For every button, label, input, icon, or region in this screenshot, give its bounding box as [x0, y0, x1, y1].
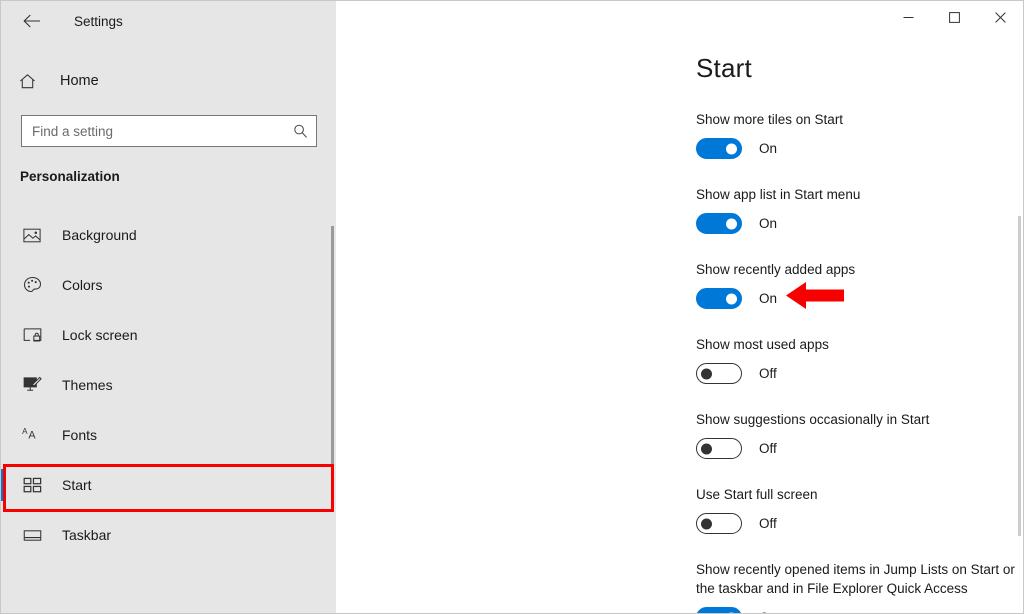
toggle-state-label: Off: [759, 441, 777, 456]
setting-label: Show more tiles on Start: [696, 110, 1023, 129]
sidebar-item-lock-screen-label: Lock screen: [62, 327, 137, 343]
main-content: Start Show more tiles on Start On Show a…: [336, 1, 1023, 613]
page-title: Start: [696, 53, 1023, 84]
sidebar-item-home[interactable]: Home: [1, 63, 336, 99]
setting-label: Show most used apps: [696, 335, 1023, 354]
taskbar-icon: [21, 524, 43, 546]
fonts-icon: A A: [21, 424, 43, 446]
window-titlebar-left: Settings: [1, 1, 336, 41]
toggle-knob: [726, 218, 737, 229]
sidebar-item-colors[interactable]: Colors: [1, 260, 336, 310]
app-title: Settings: [74, 14, 123, 29]
toggle-row: On: [696, 213, 1023, 234]
setting-show-more-tiles: Show more tiles on Start On: [696, 110, 1023, 159]
toggle-row: On: [696, 138, 1023, 159]
sidebar-item-start-label: Start: [62, 477, 92, 493]
themes-icon: [21, 374, 43, 396]
toggle-row: On: [696, 607, 1023, 613]
toggle-switch[interactable]: [696, 438, 742, 459]
toggle-switch[interactable]: [696, 213, 742, 234]
sidebar-item-lock-screen[interactable]: Lock screen: [1, 310, 336, 360]
close-button[interactable]: [977, 1, 1023, 33]
toggle-knob: [701, 368, 712, 379]
toggle-state-label: On: [759, 291, 777, 306]
setting-label: Show recently added apps: [696, 260, 1023, 279]
sidebar-item-taskbar[interactable]: Taskbar: [1, 510, 336, 560]
svg-text:A: A: [28, 430, 36, 442]
setting-show-most-used-apps: Show most used apps Off: [696, 335, 1023, 384]
sidebar-item-fonts[interactable]: A A Fonts: [1, 410, 336, 460]
sidebar-item-home-label: Home: [60, 73, 99, 89]
sidebar-item-start[interactable]: Start: [1, 460, 336, 510]
toggle-knob: [701, 518, 712, 529]
toggle-knob: [726, 293, 737, 304]
setting-label: Show suggestions occasionally in Start: [696, 410, 1023, 429]
toggle-knob: [726, 143, 737, 154]
setting-show-jump-lists: Show recently opened items in Jump Lists…: [696, 560, 1023, 613]
window-controls: [885, 1, 1023, 33]
start-tiles-icon: [21, 474, 43, 496]
sidebar: Settings Home Personalization: [1, 1, 336, 613]
setting-label: Use Start full screen: [696, 485, 1023, 504]
setting-show-recently-added-apps: Show recently added apps On: [696, 260, 1023, 309]
back-button[interactable]: [17, 6, 47, 36]
close-icon: [995, 12, 1006, 23]
setting-label: Show app list in Start menu: [696, 185, 1023, 204]
arrow-left-icon: [23, 14, 41, 28]
search-input[interactable]: [22, 116, 316, 146]
toggle-row: Off: [696, 438, 1023, 459]
toggle-state-label: Off: [759, 516, 777, 531]
toggle-knob: [701, 443, 712, 454]
toggle-state-label: On: [759, 216, 777, 231]
sidebar-item-fonts-label: Fonts: [62, 427, 97, 443]
toggle-switch[interactable]: [696, 607, 742, 613]
setting-show-suggestions: Show suggestions occasionally in Start O…: [696, 410, 1023, 459]
maximize-button[interactable]: [931, 1, 977, 33]
sidebar-item-taskbar-label: Taskbar: [62, 527, 111, 543]
toggle-switch[interactable]: [696, 288, 742, 309]
setting-show-app-list: Show app list in Start menu On: [696, 185, 1023, 234]
toggle-row: Off: [696, 513, 1023, 534]
sidebar-item-colors-label: Colors: [62, 277, 102, 293]
sidebar-item-themes-label: Themes: [62, 377, 113, 393]
settings-window: Settings Home Personalization: [0, 0, 1024, 614]
maximize-icon: [949, 12, 960, 23]
toggle-switch[interactable]: [696, 363, 742, 384]
toggle-knob: [726, 612, 737, 613]
setting-use-start-full-screen: Use Start full screen Off: [696, 485, 1023, 534]
search-icon[interactable]: [293, 124, 308, 139]
svg-text:A: A: [22, 427, 28, 436]
image-icon: [21, 224, 43, 246]
toggle-switch[interactable]: [696, 138, 742, 159]
home-icon: [18, 72, 44, 91]
minimize-icon: [903, 12, 914, 23]
sidebar-scrollbar[interactable]: [331, 226, 334, 511]
setting-label: Show recently opened items in Jump Lists…: [696, 560, 1023, 598]
minimize-button[interactable]: [885, 1, 931, 33]
sidebar-item-background-label: Background: [62, 227, 137, 243]
main-scrollbar[interactable]: [1018, 216, 1021, 536]
toggle-switch[interactable]: [696, 513, 742, 534]
toggle-state-label: Off: [759, 366, 777, 381]
settings-panel: Start Show more tiles on Start On Show a…: [336, 1, 1023, 613]
sidebar-item-themes[interactable]: Themes: [1, 360, 336, 410]
toggle-state-label: On: [759, 141, 777, 156]
search-box[interactable]: [21, 115, 317, 147]
palette-icon: [21, 274, 43, 296]
sidebar-item-background[interactable]: Background: [1, 210, 336, 260]
toggle-state-label: On: [759, 610, 777, 613]
toggle-row: Off: [696, 363, 1023, 384]
toggle-row: On: [696, 288, 1023, 309]
sidebar-nav-list: Background Colors: [1, 210, 336, 560]
sidebar-section-title: Personalization: [1, 169, 336, 184]
lock-screen-icon: [21, 324, 43, 346]
